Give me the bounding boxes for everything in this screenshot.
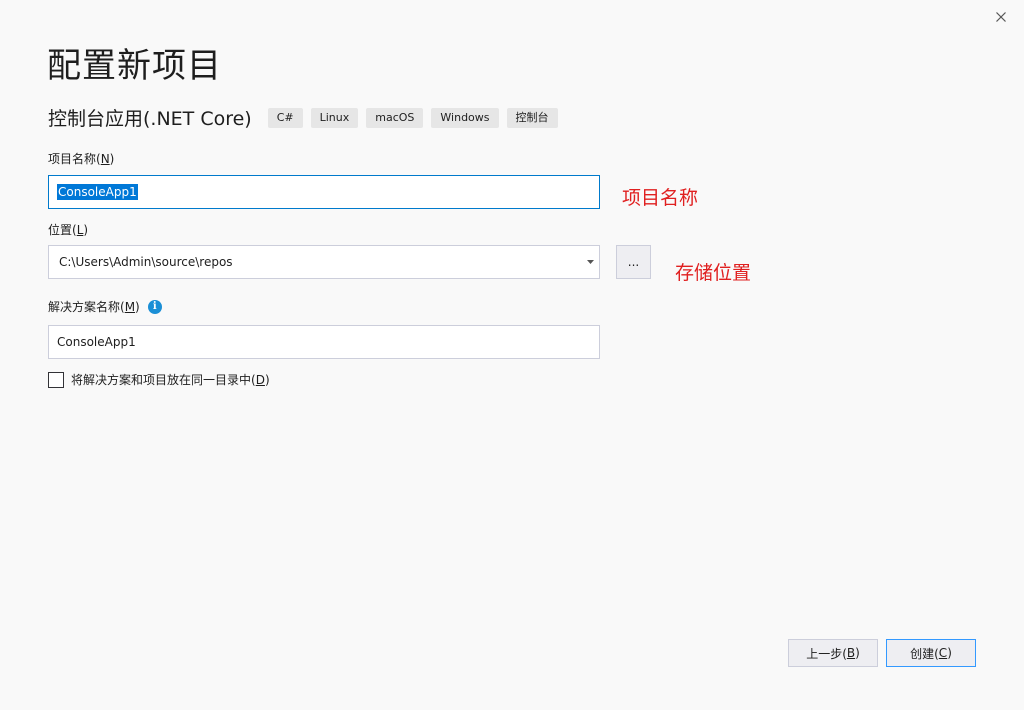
project-name-annotation: 项目名称	[622, 187, 699, 209]
back-button[interactable]: 上一步(B)	[788, 639, 878, 667]
tag-linux: Linux	[310, 107, 359, 128]
tag-console: 控制台	[506, 107, 558, 128]
tag-windows: Windows	[431, 107, 499, 128]
tag-macos: macOS	[366, 107, 424, 128]
template-name: 控制台应用(.NET Core)	[48, 108, 252, 130]
dropdown-arrow-icon[interactable]	[583, 260, 597, 264]
location-annotation: 存储位置	[675, 262, 752, 284]
location-label: 位置(L)	[48, 222, 89, 238]
project-name-input[interactable]: ConsoleApp1	[48, 175, 600, 209]
template-info: 控制台应用(.NET Core) C# Linux macOS Windows …	[48, 104, 566, 131]
project-name-label: 项目名称(N)	[48, 151, 115, 167]
location-combobox[interactable]: C:\Users\Admin\source\repos	[48, 245, 600, 279]
page-title: 配置新项目	[47, 46, 222, 86]
browse-button[interactable]: ...	[616, 245, 651, 279]
location-value: C:\Users\Admin\source\repos	[59, 255, 233, 269]
project-name-value: ConsoleApp1	[57, 184, 138, 200]
solution-name-label: 解决方案名称(M) i	[48, 298, 162, 315]
create-button[interactable]: 创建(C)	[886, 639, 976, 667]
same-directory-checkbox-row[interactable]: 将解决方案和项目放在同一目录中(D)	[48, 371, 270, 388]
tag-csharp: C#	[267, 107, 303, 128]
same-directory-checkbox[interactable]	[48, 371, 64, 388]
solution-name-input[interactable]: ConsoleApp1	[48, 325, 600, 359]
same-directory-label: 将解决方案和项目放在同一目录中(D)	[71, 373, 270, 387]
close-button[interactable]	[990, 6, 1012, 28]
solution-name-value: ConsoleApp1	[57, 335, 136, 349]
close-icon	[995, 8, 1007, 27]
info-icon[interactable]: i	[147, 299, 162, 314]
